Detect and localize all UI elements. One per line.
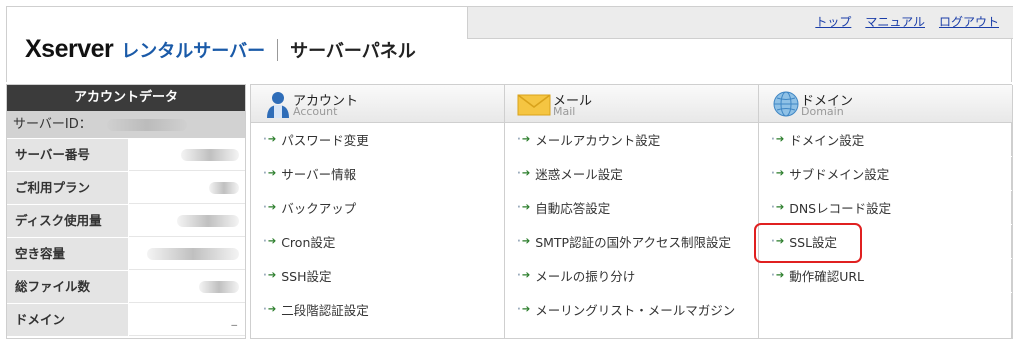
logo-divider: [277, 38, 279, 61]
domain-value: _: [231, 313, 238, 326]
logo-subtitle: レンタルサーバー: [121, 40, 266, 62]
arrow-icon: ·➔: [263, 304, 277, 315]
account-header: アカウント Account: [251, 85, 504, 123]
redacted-value: [181, 149, 239, 161]
free-space-label: 空き容量: [7, 238, 129, 270]
globe-icon: [773, 91, 799, 117]
redacted-value: [107, 119, 187, 131]
domain-label: ドメイン: [7, 304, 129, 336]
info-row: 総ファイル数: [7, 270, 245, 303]
menu-item-smtp-restriction[interactable]: ·➔ SMTP認証の国外アクセス制限設定: [505, 225, 758, 259]
menu-item-mail-account[interactable]: ·➔ メールアカウント設定: [505, 123, 758, 157]
arrow-icon: ·➔: [263, 134, 277, 145]
arrow-icon: ·➔: [771, 236, 785, 247]
domain-column: ドメイン Domain ·➔ ドメイン設定 ·➔ サブドメイン設定 ·➔ DNSレコー…: [759, 85, 1013, 339]
arrow-icon: ·➔: [517, 270, 531, 281]
redacted-value: [177, 215, 239, 227]
menu-item-mail-filter[interactable]: ·➔ メールの振り分け: [505, 259, 758, 293]
menu-item-subdomain[interactable]: ·➔ サブドメイン設定: [759, 157, 1012, 191]
logo-panel-name: サーバーパネル: [290, 40, 416, 62]
arrow-icon: ·➔: [263, 202, 277, 213]
arrow-icon: ·➔: [771, 168, 785, 179]
logo-brand: Xserver: [25, 35, 114, 63]
arrow-icon: ·➔: [771, 134, 785, 145]
arrow-icon: ·➔: [517, 304, 531, 315]
account-data-panel: アカウントデータ サーバーID： サーバー番号 ご利用プラン ディスク使用量 空…: [6, 84, 246, 339]
menu-item-test-url[interactable]: ·➔ 動作確認URL: [759, 259, 1012, 293]
total-files-label: 総ファイル数: [7, 271, 129, 303]
arrow-icon: ·➔: [517, 168, 531, 179]
menu-item-ssl[interactable]: ·➔ SSL設定: [759, 225, 1012, 259]
menu-item-two-factor[interactable]: ·➔ 二段階認証設定: [251, 293, 504, 327]
arrow-icon: ·➔: [263, 270, 277, 281]
server-id-label: サーバーID：: [13, 117, 92, 132]
mail-column: メール Mail ·➔ メールアカウント設定 ·➔ 迷惑メール設定 ·➔ 自動応答設定…: [505, 85, 759, 339]
envelope-icon: [517, 94, 551, 116]
info-row: ディスク使用量: [7, 204, 245, 237]
top-nav: トップ マニュアル ログアウト: [467, 6, 1013, 39]
arrow-icon: ·➔: [771, 202, 785, 213]
plan-label: ご利用プラン: [7, 172, 129, 204]
arrow-icon: ·➔: [517, 134, 531, 145]
menu-item-auto-reply[interactable]: ·➔ 自動応答設定: [505, 191, 758, 225]
redacted-value: [147, 248, 239, 260]
menu-item-server-info[interactable]: ·➔ サーバー情報: [251, 157, 504, 191]
menu-item-cron[interactable]: ·➔ Cron設定: [251, 225, 504, 259]
logo[interactable]: Xserver レンタルサーバー サーバーパネル: [25, 35, 416, 64]
arrow-icon: ·➔: [517, 236, 531, 247]
menu-item-dns-record[interactable]: ·➔ DNSレコード設定: [759, 191, 1012, 225]
logout-link[interactable]: ログアウト: [939, 13, 999, 30]
header: Xserver レンタルサーバー サーバーパネル トップ マニュアル ログアウト: [6, 6, 1013, 82]
info-row: ドメイン _: [7, 303, 245, 336]
menu-item-spam[interactable]: ·➔ 迷惑メール設定: [505, 157, 758, 191]
arrow-icon: ·➔: [263, 168, 277, 179]
redacted-value: [209, 182, 239, 194]
info-row: 空き容量: [7, 237, 245, 270]
info-row: ご利用プラン: [7, 171, 245, 204]
domain-header: ドメイン Domain: [759, 85, 1012, 123]
arrow-icon: ·➔: [771, 270, 785, 281]
mail-subtitle: Mail: [553, 105, 576, 118]
disk-usage-label: ディスク使用量: [7, 205, 129, 237]
domain-subtitle: Domain: [801, 105, 844, 118]
mail-header: メール Mail: [505, 85, 758, 123]
menu-item-password[interactable]: ·➔ パスワード変更: [251, 123, 504, 157]
server-number-label: サーバー番号: [7, 139, 129, 171]
menu-item-ssh[interactable]: ·➔ SSH設定: [251, 259, 504, 293]
top-link[interactable]: トップ: [815, 13, 851, 30]
arrow-icon: ·➔: [263, 236, 277, 247]
menu-item-mailing-list[interactable]: ·➔ メーリングリスト・メールマガジン: [505, 293, 758, 327]
arrow-icon: ·➔: [517, 202, 531, 213]
manual-link[interactable]: マニュアル: [865, 13, 925, 30]
account-column: アカウント Account ·➔ パスワード変更 ·➔ サーバー情報 ·➔ バックアッ…: [251, 85, 505, 339]
menu-item-domain-settings[interactable]: ·➔ ドメイン設定: [759, 123, 1012, 157]
menu-grid: アカウント Account ·➔ パスワード変更 ·➔ サーバー情報 ·➔ バックアッ…: [250, 84, 1013, 339]
server-id-row: サーバーID：: [7, 111, 245, 138]
redacted-value: [199, 281, 239, 293]
menu-item-backup[interactable]: ·➔ バックアップ: [251, 191, 504, 225]
account-subtitle: Account: [293, 105, 338, 118]
user-icon: [267, 92, 289, 118]
account-data-header: アカウントデータ: [7, 85, 245, 111]
info-row: サーバー番号: [7, 138, 245, 171]
